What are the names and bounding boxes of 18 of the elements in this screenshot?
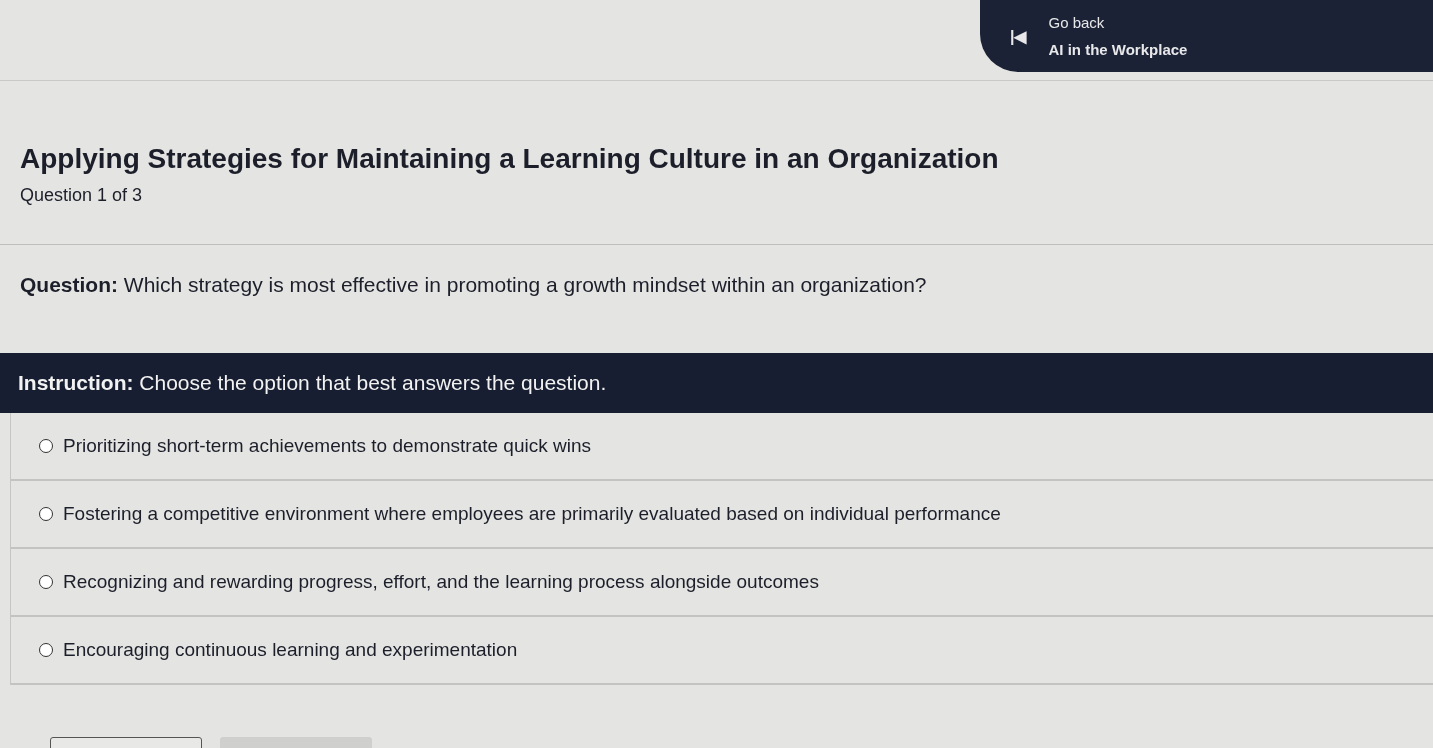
option-label: Fostering a competitive environment where employees are primarily evaluated based on individual performance xyxy=(63,503,1001,525)
page-title: Applying Strategies for Maintaining a Learning Culture in an Organization xyxy=(20,143,1000,175)
question-text: Question: Which strategy is most effective in promoting a growth mindset within an organization? xyxy=(20,273,928,298)
radio-button[interactable] xyxy=(39,507,53,521)
go-back-link[interactable]: Go back xyxy=(1048,14,1188,31)
answer-option[interactable]: Fostering a competitive environment where employees are primarily evaluated based on individual performance xyxy=(11,481,1433,549)
option-label: Prioritizing short-term achievements to demonstrate quick wins xyxy=(63,435,591,457)
instruction-text: Instruction: Choose the option that best answers the question. xyxy=(18,371,607,395)
answer-option[interactable]: Encouraging continuous learning and experimentation xyxy=(11,617,1433,685)
back-icon[interactable]: |◀ xyxy=(1010,26,1027,46)
option-label: Recognizing and rewarding progress, effort, and the learning process alongside outcomes xyxy=(63,571,819,593)
radio-button[interactable] xyxy=(39,575,53,589)
radio-button[interactable] xyxy=(39,643,53,657)
radio-button[interactable] xyxy=(39,439,53,453)
answer-option[interactable]: Recognizing and rewarding progress, effort, and the learning process alongside outcomes xyxy=(11,549,1433,617)
course-title: AI in the Workplace xyxy=(1048,41,1188,58)
answer-option[interactable]: Prioritizing short-term achievements to demonstrate quick wins xyxy=(11,413,1433,481)
option-label: Encouraging continuous learning and experimentation xyxy=(63,639,518,661)
